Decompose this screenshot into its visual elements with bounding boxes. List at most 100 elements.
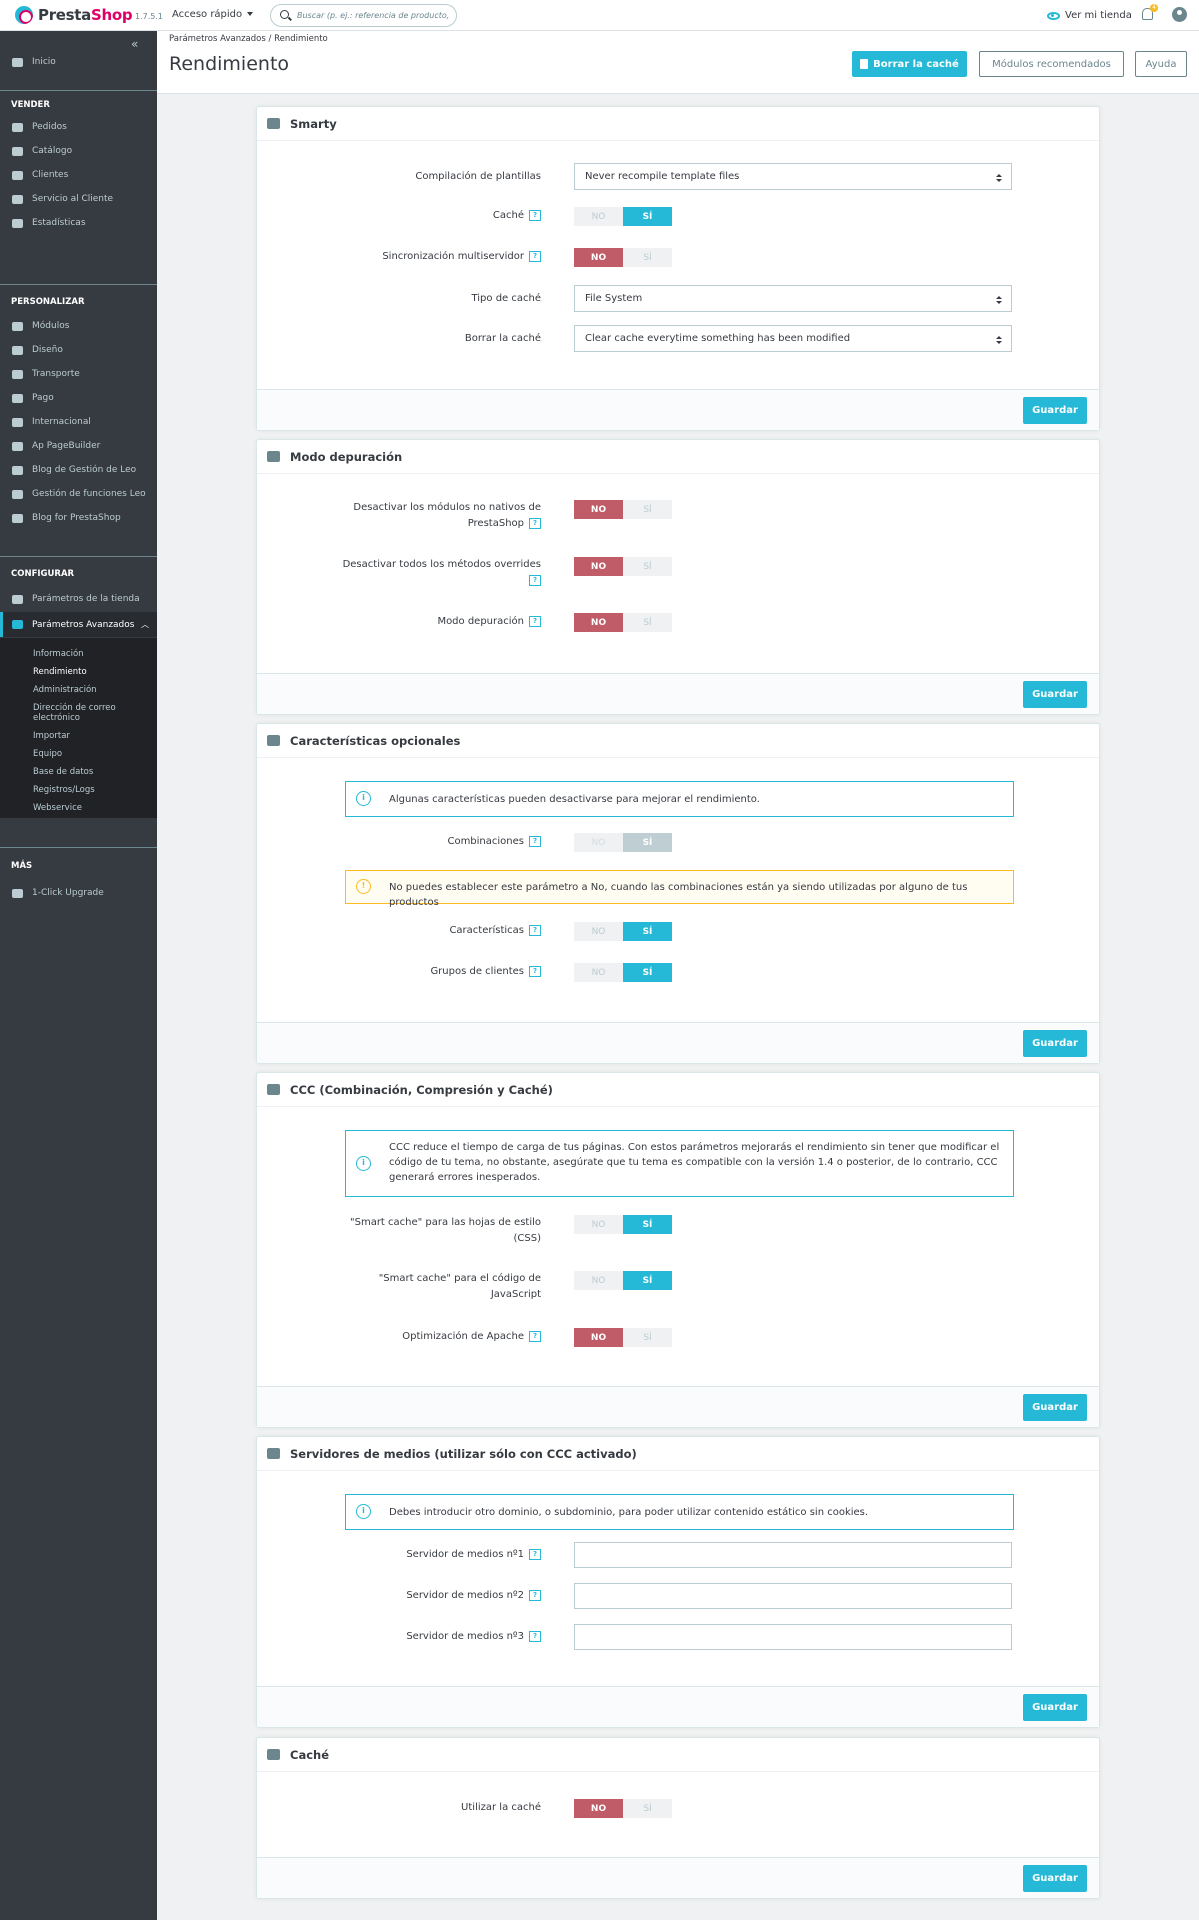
view-shop-link[interactable]: Ver mi tienda — [1047, 10, 1132, 21]
help-icon[interactable]: ? — [529, 924, 541, 936]
sidebar-item-upgrade[interactable]: 1-Click Upgrade — [0, 882, 157, 904]
toggle-yes[interactable]: SÍ — [623, 207, 672, 226]
sidebar-item-shop-params[interactable]: Parámetros de la tienda — [0, 588, 157, 610]
clear-cache-button[interactable]: Borrar la caché — [852, 51, 967, 77]
toggle-yes[interactable]: SÍ — [623, 248, 672, 267]
toggle-yes[interactable]: SÍ — [623, 833, 672, 852]
sidebar-item-leo-features[interactable]: Gestión de funciones Leo — [0, 483, 157, 505]
sidebar-item-stats[interactable]: Estadísticas — [0, 212, 157, 234]
overrides-toggle[interactable]: NO SÍ — [574, 557, 672, 576]
cache-type-select[interactable]: File System — [574, 285, 1012, 312]
help-icon[interactable]: ? — [529, 1330, 541, 1342]
submenu-item-administration[interactable]: Administración — [33, 685, 97, 695]
non-native-modules-toggle[interactable]: NO SÍ — [574, 500, 672, 519]
css-cache-toggle[interactable]: NO SÍ — [574, 1215, 672, 1234]
submenu-item-database[interactable]: Base de datos — [33, 767, 93, 777]
submenu-item-logs[interactable]: Registros/Logs — [33, 785, 95, 795]
sidebar-item-catalog[interactable]: Catálogo — [0, 140, 157, 162]
submenu-item-webservice[interactable]: Webservice — [33, 803, 82, 813]
submenu-item-email-cont[interactable]: electrónico — [33, 713, 80, 723]
media-server-2-input[interactable] — [574, 1583, 1012, 1609]
clear-cache-select[interactable]: Clear cache everytime something has been… — [574, 325, 1012, 352]
save-button[interactable]: Guardar — [1023, 681, 1087, 708]
toggle-yes[interactable]: SÍ — [623, 1215, 672, 1234]
sidebar-item-design[interactable]: Diseño — [0, 339, 157, 361]
use-cache-toggle[interactable]: NO SÍ — [574, 1799, 672, 1818]
help-button[interactable]: Ayuda — [1135, 51, 1187, 77]
combinations-toggle[interactable]: NO SÍ — [574, 833, 672, 852]
template-compilation-select[interactable]: Never recompile template files — [574, 163, 1012, 190]
toggle-no[interactable]: NO — [574, 613, 623, 632]
submenu-item-team[interactable]: Equipo — [33, 749, 62, 759]
toggle-yes[interactable]: SÍ — [623, 1271, 672, 1290]
help-icon[interactable]: ? — [529, 517, 541, 529]
toggle-yes[interactable]: SÍ — [623, 500, 672, 519]
sidebar-item-orders[interactable]: Pedidos — [0, 116, 157, 138]
search-input[interactable]: Buscar (p. ej.: referencia de producto, … — [270, 4, 457, 27]
sidebar-item-home[interactable]: Inicio — [0, 51, 157, 73]
toggle-yes[interactable]: SÍ — [623, 1799, 672, 1818]
sidebar-item-blog-prestashop[interactable]: Blog for PrestaShop — [0, 507, 157, 529]
help-icon[interactable]: ? — [529, 615, 541, 627]
toggle-no[interactable]: NO — [574, 833, 623, 852]
sidebar-item-customers[interactable]: Clientes — [0, 164, 157, 186]
submenu-item-import[interactable]: Importar — [33, 731, 70, 741]
toggle-no[interactable]: NO — [574, 1215, 623, 1234]
toggle-yes[interactable]: SÍ — [623, 1328, 672, 1347]
apache-optimization-toggle[interactable]: NO SÍ — [574, 1328, 672, 1347]
toggle-yes[interactable]: SÍ — [623, 557, 672, 576]
toggle-no[interactable]: NO — [574, 557, 623, 576]
panel-footer: Guardar — [257, 1386, 1099, 1427]
collapse-sidebar-icon[interactable]: « — [131, 37, 138, 51]
js-cache-toggle[interactable]: NO SÍ — [574, 1271, 672, 1290]
multiserver-toggle[interactable]: NO SÍ — [574, 248, 672, 267]
toggle-yes[interactable]: SÍ — [623, 963, 672, 982]
save-button[interactable]: Guardar — [1023, 1865, 1087, 1892]
sidebar-item-payment[interactable]: Pago — [0, 387, 157, 409]
toggle-no[interactable]: NO — [574, 1271, 623, 1290]
recommended-modules-button[interactable]: Módulos recomendados — [979, 51, 1124, 77]
toggle-no[interactable]: NO — [574, 922, 623, 941]
breadcrumb-item[interactable]: Rendimiento — [274, 34, 328, 44]
sidebar-item-advanced-params[interactable]: Parámetros Avanzados ︿ — [0, 612, 157, 637]
toggle-no[interactable]: NO — [574, 1799, 623, 1818]
sidebar-item-customer-service[interactable]: Servicio al Cliente — [0, 188, 157, 210]
toggle-no[interactable]: NO — [574, 500, 623, 519]
help-icon[interactable]: ? — [529, 250, 541, 262]
help-icon[interactable]: ? — [529, 1630, 541, 1642]
help-icon[interactable]: ? — [529, 574, 541, 586]
toggle-no[interactable]: NO — [574, 963, 623, 982]
toggle-yes[interactable]: SÍ — [623, 613, 672, 632]
features-toggle[interactable]: NO SÍ — [574, 922, 672, 941]
quick-access-dropdown[interactable]: Acceso rápido — [172, 9, 253, 20]
sidebar-item-leo-blog[interactable]: Blog de Gestión de Leo — [0, 459, 157, 481]
toggle-no[interactable]: NO — [574, 1328, 623, 1347]
customer-groups-toggle[interactable]: NO SÍ — [574, 963, 672, 982]
breadcrumb-item[interactable]: Parámetros Avanzados — [169, 34, 266, 44]
debug-mode-toggle[interactable]: NO SÍ — [574, 613, 672, 632]
sidebar-item-international[interactable]: Internacional — [0, 411, 157, 433]
help-icon[interactable]: ? — [529, 835, 541, 847]
save-button[interactable]: Guardar — [1023, 1694, 1087, 1721]
prestashop-logo[interactable]: PrestaShop — [15, 6, 133, 24]
help-icon[interactable]: ? — [529, 1589, 541, 1601]
toggle-no[interactable]: NO — [574, 207, 623, 226]
toggle-no[interactable]: NO — [574, 248, 623, 267]
submenu-item-information[interactable]: Información — [33, 649, 84, 659]
toggle-yes[interactable]: SÍ — [623, 922, 672, 941]
save-button[interactable]: Guardar — [1023, 1394, 1087, 1421]
sidebar-item-shipping[interactable]: Transporte — [0, 363, 157, 385]
sidebar-item-modules[interactable]: Módulos — [0, 315, 157, 337]
help-icon[interactable]: ? — [529, 965, 541, 977]
help-icon[interactable]: ? — [529, 209, 541, 221]
save-button[interactable]: Guardar — [1023, 1030, 1087, 1057]
submenu-item-performance[interactable]: Rendimiento — [33, 667, 87, 677]
submenu-item-email[interactable]: Dirección de correo — [33, 703, 116, 713]
cache-toggle[interactable]: NO SÍ — [574, 207, 672, 226]
sidebar-item-pagebuilder[interactable]: Ap PageBuilder — [0, 435, 157, 457]
media-server-1-input[interactable] — [574, 1542, 1012, 1568]
media-server-3-input[interactable] — [574, 1624, 1012, 1650]
user-avatar-icon[interactable] — [1172, 7, 1187, 22]
save-button[interactable]: Guardar — [1023, 397, 1087, 424]
help-icon[interactable]: ? — [529, 1548, 541, 1560]
